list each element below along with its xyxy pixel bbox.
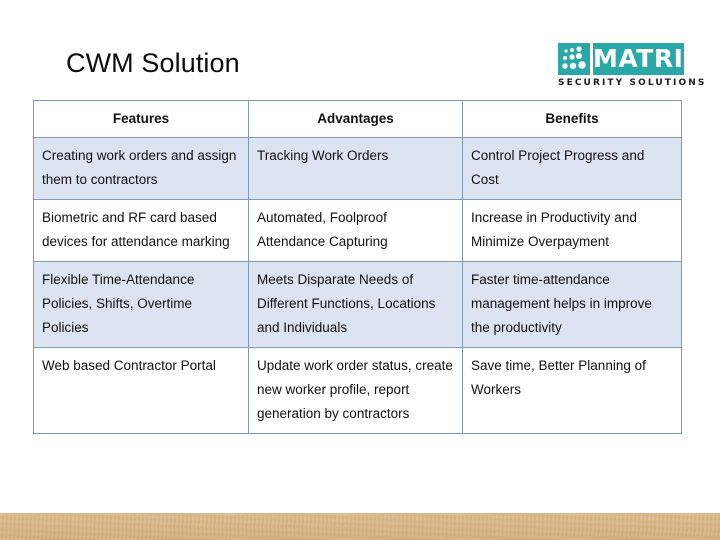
page-title: CWM Solution <box>66 48 240 78</box>
table-row: Biometric and RF card based devices for … <box>33 199 682 262</box>
cell-advantages: Tracking Work Orders <box>248 137 463 200</box>
dot-pattern-icon <box>558 43 590 75</box>
column-header-advantages: Advantages <box>248 100 463 138</box>
features-advantages-benefits-table: Features Advantages Benefits Creating wo… <box>33 100 682 434</box>
logo-tagline: SECURITY SOLUTIONS <box>558 78 707 88</box>
column-header-benefits: Benefits <box>462 100 682 138</box>
cell-benefits: Save time, Better Planning of Workers <box>462 347 682 434</box>
cell-features: Biometric and RF card based devices for … <box>33 199 249 262</box>
table-row: Creating work orders and assign them to … <box>33 137 682 200</box>
cell-features: Web based Contractor Portal <box>33 347 249 434</box>
column-header-features: Features <box>33 100 249 138</box>
cell-benefits: Increase in Productivity and Minimize Ov… <box>462 199 682 262</box>
table-row: Web based Contractor Portal Update work … <box>33 347 682 434</box>
cell-advantages: Update work order status, create new wor… <box>248 347 463 434</box>
cell-benefits: Control Project Progress and Cost <box>462 137 682 200</box>
cell-advantages: Automated, Foolproof Attendance Capturin… <box>248 199 463 262</box>
table-row: Flexible Time-Attendance Policies, Shift… <box>33 261 682 348</box>
cell-features: Creating work orders and assign them to … <box>33 137 249 200</box>
logo-mark: MATRIX <box>558 43 684 75</box>
cell-advantages: Meets Disparate Needs of Different Funct… <box>248 261 463 348</box>
slide-canvas: CWM Solution MATRIX SECURITY SOLUTIONS <box>0 0 720 540</box>
footer-paper-band <box>0 513 720 540</box>
cell-features: Flexible Time-Attendance Policies, Shift… <box>33 261 249 348</box>
logo-wordmark: MATRIX <box>593 43 684 75</box>
cell-benefits: Faster time-attendance management helps … <box>462 261 682 348</box>
table-header-row: Features Advantages Benefits <box>33 100 682 138</box>
matrix-logo: MATRIX SECURITY SOLUTIONS <box>558 43 707 91</box>
